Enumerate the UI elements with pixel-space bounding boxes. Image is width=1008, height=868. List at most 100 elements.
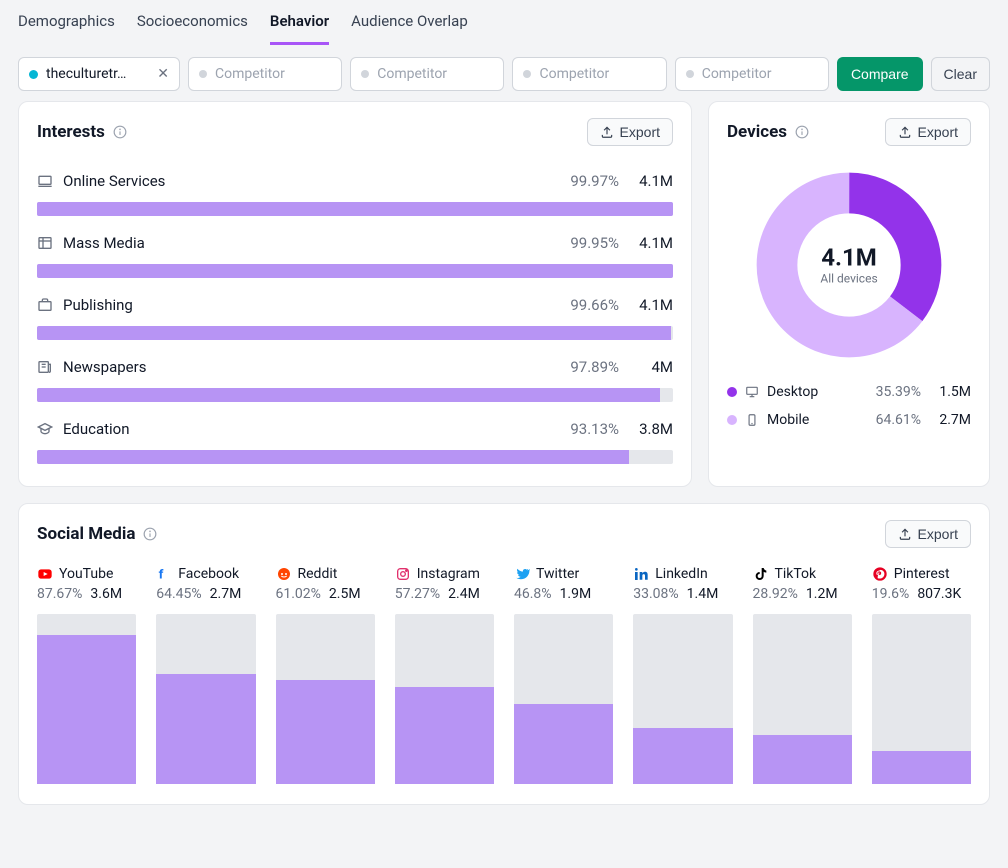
social-column: LinkedIn 33.08% 1.4M — [633, 566, 732, 784]
info-icon[interactable] — [113, 125, 127, 139]
interest-value: 4M — [629, 358, 673, 376]
social-name: Pinterest — [894, 566, 950, 582]
interest-name: Newspapers — [63, 358, 146, 376]
social-name: Reddit — [298, 566, 338, 582]
social-title: Social Media — [37, 524, 135, 544]
linkedin-icon — [633, 566, 649, 582]
filter-row: theculturetr… ✕ Competitor Competitor Co… — [0, 45, 1008, 101]
export-icon — [898, 125, 912, 139]
interest-pct: 99.95% — [570, 234, 619, 252]
device-pct: 64.61% — [876, 412, 921, 428]
social-name: Instagram — [417, 566, 480, 582]
social-bar — [753, 614, 852, 784]
interest-name: Publishing — [63, 296, 133, 314]
laptop-icon — [37, 173, 53, 189]
export-icon — [898, 527, 912, 541]
social-media-card: Social Media Export YouTube 87.67% 3.6M … — [18, 503, 990, 805]
interest-bar — [37, 326, 673, 340]
dot-icon — [199, 70, 207, 78]
interest-row: Publishing 99.66% 4.1M — [37, 284, 673, 346]
svg-text:f: f — [159, 568, 164, 582]
devices-title: Devices — [727, 122, 787, 142]
competitor-input-4[interactable]: Competitor — [675, 57, 829, 91]
social-column: Twitter 46.8% 1.9M — [514, 566, 613, 784]
device-value: 1.5M — [929, 384, 971, 400]
interest-row: Mass Media 99.95% 4.1M — [37, 222, 673, 284]
compare-button[interactable]: Compare — [837, 57, 923, 91]
social-pct: 19.6% — [872, 586, 910, 602]
media-icon — [37, 235, 53, 251]
social-bar — [276, 614, 375, 784]
interest-row: Online Services 99.97% 4.1M — [37, 160, 673, 222]
social-column: Instagram 57.27% 2.4M — [395, 566, 494, 784]
social-value: 2.4M — [448, 586, 480, 602]
export-devices-button[interactable]: Export — [885, 118, 971, 146]
clear-button[interactable]: Clear — [931, 57, 990, 91]
social-value: 3.6M — [90, 586, 122, 602]
social-name: Twitter — [536, 566, 579, 582]
tab-demographics[interactable]: Demographics — [18, 12, 115, 45]
facebook-icon: f — [156, 566, 172, 582]
interest-name: Online Services — [63, 172, 165, 190]
social-bar — [872, 614, 971, 784]
donut-center-label: All devices — [820, 271, 877, 285]
news-icon — [37, 359, 53, 375]
interest-name: Mass Media — [63, 234, 145, 252]
tab-audience-overlap[interactable]: Audience Overlap — [351, 12, 468, 45]
social-value: 2.5M — [329, 586, 361, 602]
interests-title: Interests — [37, 122, 105, 142]
device-name: Desktop — [767, 384, 818, 400]
mobile-icon — [745, 413, 759, 427]
grad-icon — [37, 421, 53, 437]
tab-socioeconomics[interactable]: Socioeconomics — [137, 12, 248, 45]
social-column: Reddit 61.02% 2.5M — [276, 566, 375, 784]
youtube-icon — [37, 566, 53, 582]
info-icon[interactable] — [795, 125, 809, 139]
desktop-icon — [745, 385, 759, 399]
interest-row: Education 93.13% 3.8M — [37, 408, 673, 470]
tab-bar: Demographics Socioeconomics Behavior Aud… — [0, 0, 1008, 45]
social-column: Pinterest 19.6% 807.3K — [872, 566, 971, 784]
interest-bar — [37, 264, 673, 278]
briefcase-icon — [37, 297, 53, 313]
social-pct: 64.45% — [156, 586, 201, 602]
social-bar — [37, 614, 136, 784]
site-dot-icon — [29, 70, 38, 79]
export-social-button[interactable]: Export — [885, 520, 971, 548]
legend-dot-icon — [727, 415, 737, 425]
social-pct: 33.08% — [633, 586, 678, 602]
interest-pct: 93.13% — [570, 420, 619, 438]
competitor-input-2[interactable]: Competitor — [350, 57, 504, 91]
interest-pct: 97.89% — [570, 358, 619, 376]
dot-icon — [523, 70, 531, 78]
dot-icon — [686, 70, 694, 78]
remove-chip-icon[interactable]: ✕ — [157, 66, 169, 82]
interest-value: 4.1M — [629, 234, 673, 252]
social-pct: 87.67% — [37, 586, 82, 602]
info-icon[interactable] — [143, 527, 157, 541]
export-icon — [600, 125, 614, 139]
donut-center-value: 4.1M — [820, 243, 877, 271]
competitor-input-1[interactable]: Competitor — [188, 57, 342, 91]
device-pct: 35.39% — [876, 384, 921, 400]
export-interests-button[interactable]: Export — [587, 118, 673, 146]
social-name: YouTube — [59, 566, 113, 582]
tab-behavior[interactable]: Behavior — [270, 12, 329, 45]
dot-icon — [361, 70, 369, 78]
competitor-input-3[interactable]: Competitor — [512, 57, 666, 91]
selected-site-chip[interactable]: theculturetr… ✕ — [18, 57, 180, 91]
device-name: Mobile — [767, 412, 809, 428]
social-pct: 61.02% — [276, 586, 321, 602]
interest-value: 4.1M — [629, 296, 673, 314]
social-value: 1.9M — [560, 586, 592, 602]
social-bar — [633, 614, 732, 784]
social-bar — [395, 614, 494, 784]
tiktok-icon — [753, 566, 769, 582]
social-bar — [156, 614, 255, 784]
interest-value: 3.8M — [629, 420, 673, 438]
social-name: Facebook — [178, 566, 239, 582]
reddit-icon — [276, 566, 292, 582]
device-legend-row: Desktop 35.39% 1.5M — [727, 378, 971, 406]
social-column: TikTok 28.92% 1.2M — [753, 566, 852, 784]
social-column: f Facebook 64.45% 2.7M — [156, 566, 255, 784]
